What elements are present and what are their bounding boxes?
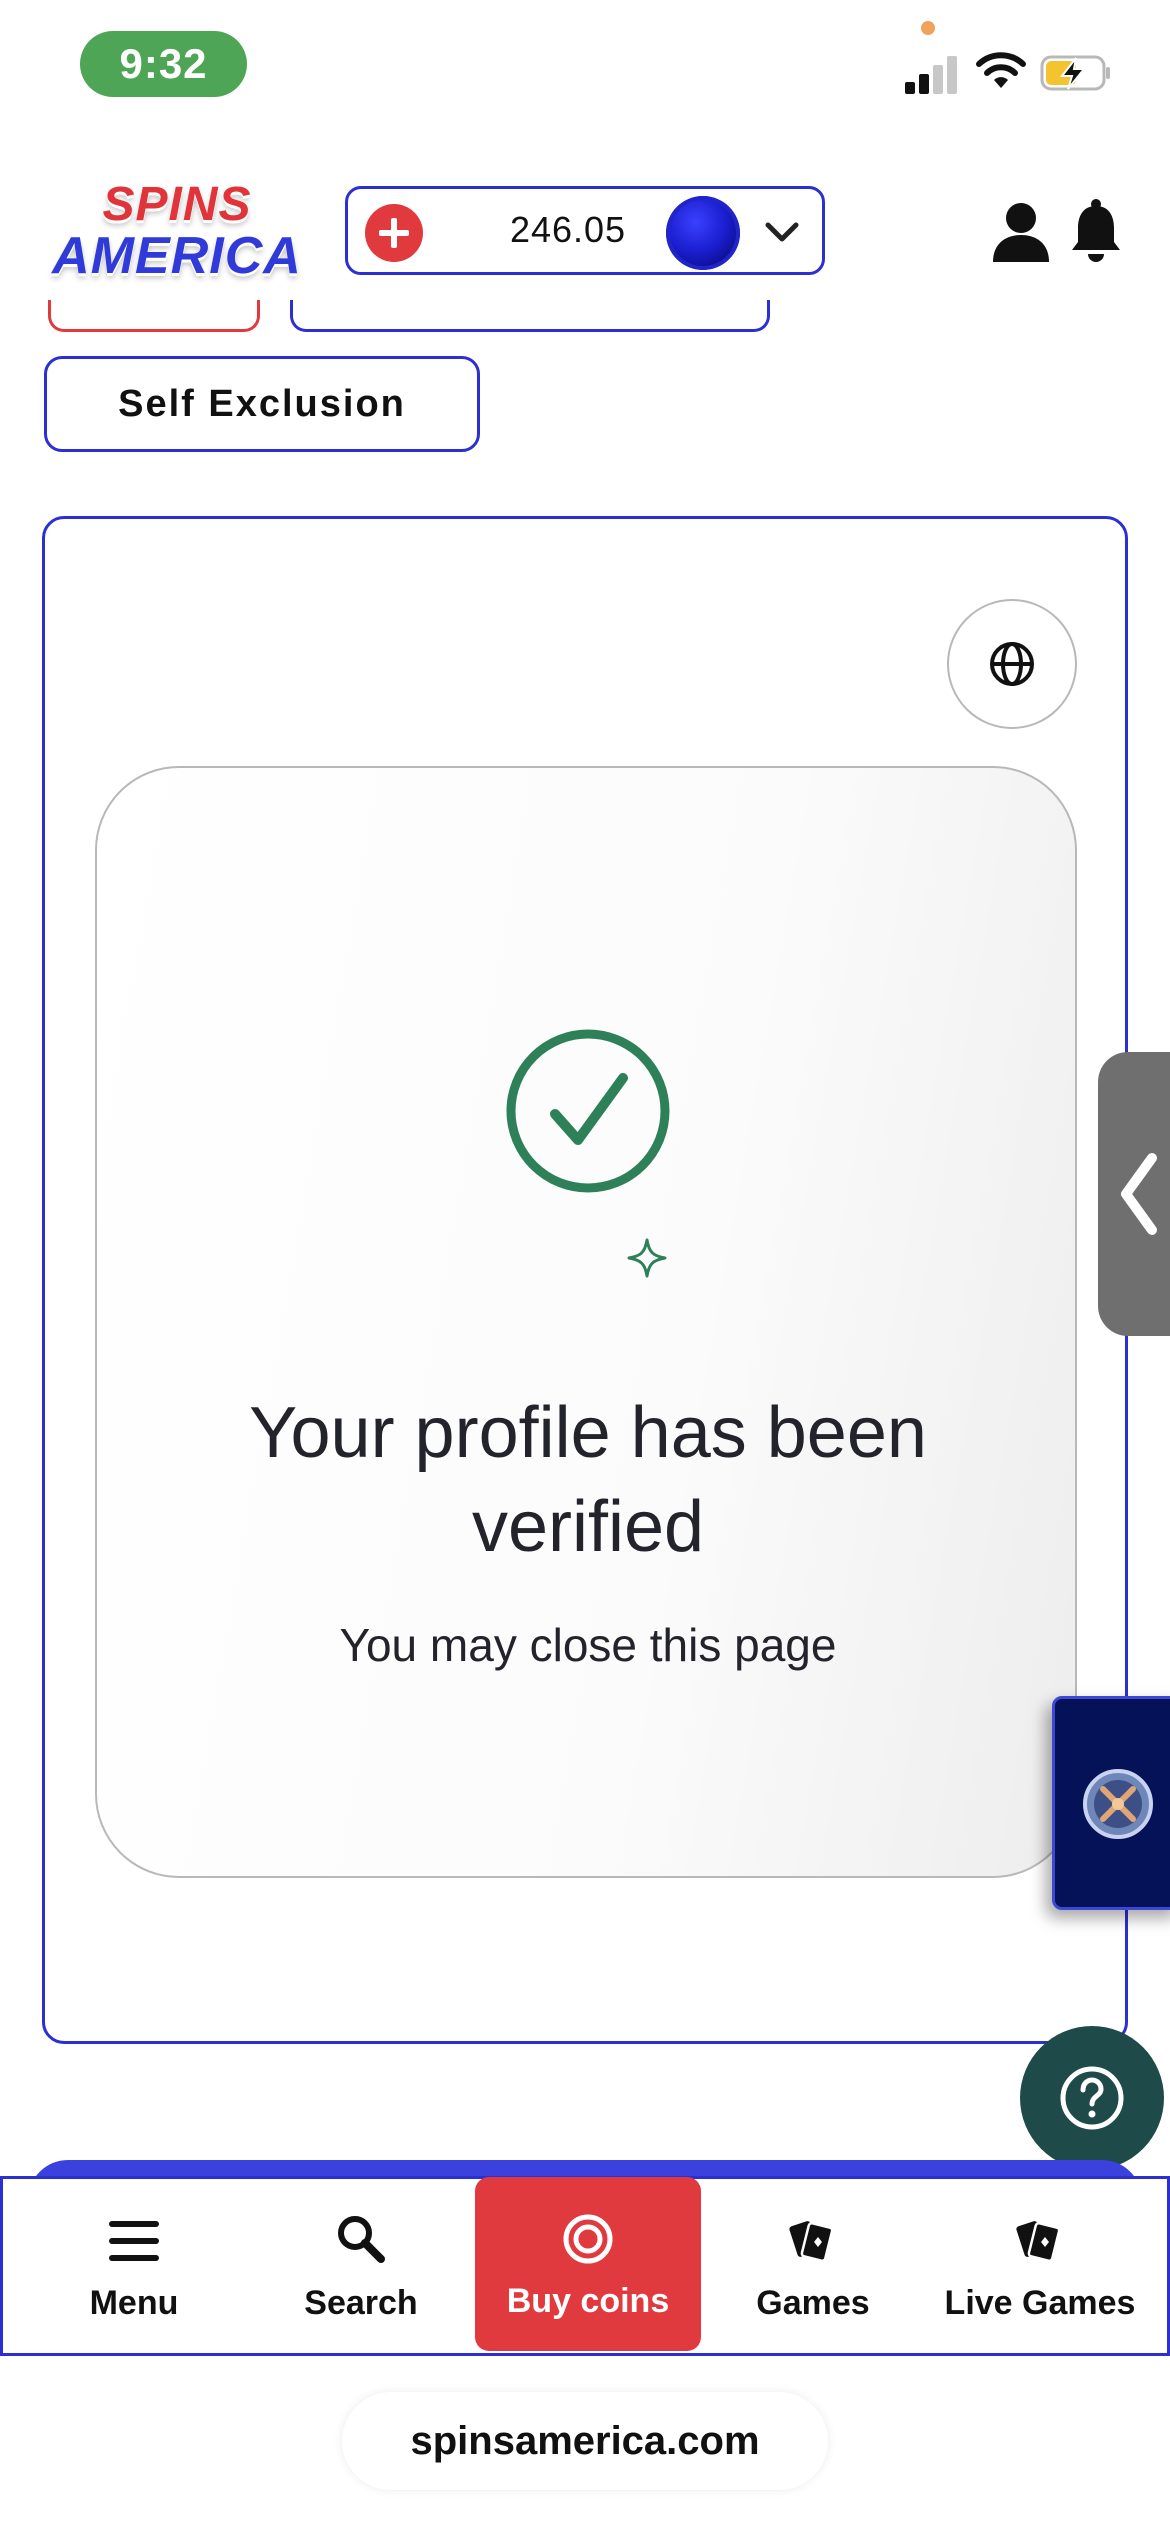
status-time: 9:32 <box>80 31 247 97</box>
logo-top-text: SPINS <box>102 178 252 231</box>
promo-widget[interactable] <box>1052 1696 1170 1910</box>
cards-icon <box>1016 2221 1061 2263</box>
logo-bottom-text: AMERICA <box>52 227 302 285</box>
page: 9:32 SPINS AMERICA 246.05 Self Exclusion… <box>0 0 1170 2532</box>
check-circle-icon <box>506 1029 670 1193</box>
menu-icon <box>109 2221 159 2261</box>
language-button[interactable] <box>947 599 1077 729</box>
help-icon <box>1060 2066 1124 2130</box>
compass-emblem-icon <box>1083 1769 1153 1839</box>
chevron-left-icon <box>1121 1153 1157 1235</box>
verified-title: Your profile has been verified <box>249 1393 927 1567</box>
add-coins-icon[interactable] <box>365 204 423 262</box>
nav-buy-coins-label: Buy coins <box>506 2282 670 2320</box>
nav-buy-coins[interactable]: Buy coins <box>475 2177 701 2351</box>
signal-icon <box>905 52 961 94</box>
bottom-nav: Menu Search Buy coins Games Live Games <box>0 2176 1170 2356</box>
nav-games[interactable]: Games <box>700 2179 926 2359</box>
user-icon[interactable] <box>990 200 1052 262</box>
nav-live-games-label: Live Games <box>944 2284 1136 2322</box>
logo[interactable]: SPINS AMERICA <box>44 180 310 290</box>
coins-icon <box>563 2214 613 2264</box>
tab-remnant-blue[interactable] <box>290 300 770 332</box>
tab-remnant-red[interactable] <box>48 300 260 332</box>
nav-search-label: Search <box>304 2284 418 2322</box>
side-panel-tab[interactable] <box>1098 1052 1170 1336</box>
url-bar[interactable]: spinsamerica.com <box>342 2392 828 2490</box>
nav-games-label: Games <box>756 2284 870 2322</box>
help-button[interactable] <box>1020 2026 1164 2170</box>
cards-icon <box>789 2221 834 2263</box>
battery-charging-icon <box>1040 55 1110 91</box>
bell-icon[interactable] <box>1068 198 1124 264</box>
wallet-selector[interactable]: 246.05 <box>345 186 825 275</box>
verification-card: Your profile has been verified You may c… <box>95 766 1077 1878</box>
wifi-icon <box>976 52 1026 88</box>
nav-search[interactable]: Search <box>248 2179 474 2359</box>
nav-menu-label: Menu <box>89 2284 179 2322</box>
globe-icon <box>990 642 1034 686</box>
search-icon <box>338 2216 385 2263</box>
chevron-down-icon[interactable] <box>762 217 802 247</box>
coin-icon <box>666 196 740 270</box>
wallet-balance: 246.05 <box>509 209 627 250</box>
sparkle-icon <box>627 1238 667 1278</box>
verified-subtitle: You may close this page <box>339 1619 837 1671</box>
nav-menu[interactable]: Menu <box>21 2179 247 2359</box>
verification-container: Your profile has been verified You may c… <box>42 516 1128 2044</box>
nav-live-games[interactable]: Live Games <box>927 2179 1153 2359</box>
self-exclusion-button[interactable]: Self Exclusion <box>44 356 480 452</box>
mic-indicator-dot <box>921 21 935 35</box>
